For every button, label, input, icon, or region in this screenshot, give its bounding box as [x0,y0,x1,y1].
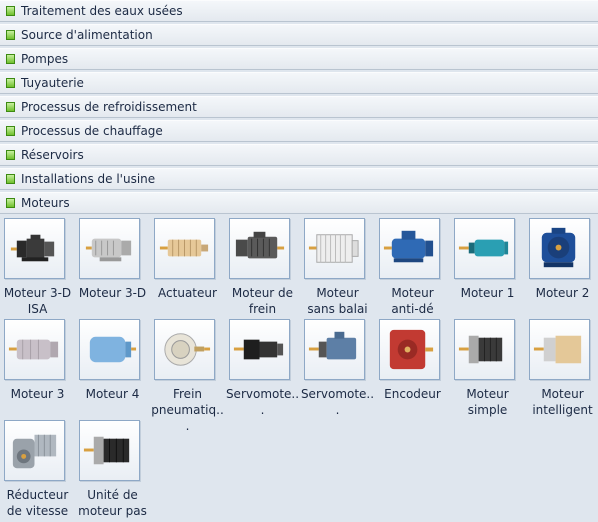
speed-reducer-icon [12,434,57,469]
category-expand-icon [6,126,15,136]
brushless-motor-icon [308,234,359,263]
shape-tile-moteur-3d-isa[interactable] [4,218,65,279]
shape-caption: Encodeur [384,387,441,401]
shape-caption: Moteur simple [466,387,509,417]
shape-caption: Frein pneumatiq... [151,387,224,433]
motor-2-icon [541,227,576,268]
shape-tile-unite-moteur-pas[interactable] [79,420,140,481]
category-label: Processus de refroidissement [21,100,197,114]
category-label: Moteurs [21,196,70,210]
shape-tile-moteur-3[interactable] [4,319,65,380]
shape-caption: Moteur 3-D ISA [3,286,72,316]
stepper-motor-icon [83,436,130,465]
shape-caption: Moteur sans balai [307,286,368,316]
shape-caption: Réducteur de vitesse [6,488,69,518]
category-pompes[interactable]: Pompes [0,48,598,70]
motor-4-icon [89,336,137,363]
motor-3d-icon [85,238,132,262]
category-traitement-eaux[interactable]: Traitement des eaux usées [0,0,598,22]
category-installations-usine[interactable]: Installations de l'usine [0,168,598,190]
category-label: Pompes [21,52,69,66]
shape-caption: Servomote... [300,387,375,417]
shape-tile-reducteur-de-vitesse[interactable] [4,420,65,481]
category-expand-icon [6,150,15,160]
shape-tile-moteur-3d[interactable] [79,218,140,279]
shape-caption: Moteur 2 [535,286,590,300]
category-label: Traitement des eaux usées [21,4,183,18]
category-expand-icon [6,54,15,64]
shape-caption: Moteur de frein [231,286,294,316]
category-expand-icon [6,174,15,184]
shape-tile-moteur-4[interactable] [79,319,140,380]
encoder-icon [389,329,434,370]
category-label: Tuyauterie [21,76,84,90]
brake-motor-icon [235,231,285,259]
servo-motor-2-icon [308,331,357,360]
simple-motor-icon [458,335,503,364]
shape-caption: Unité de moteur pas [78,488,147,518]
shape-tile-moteur-2[interactable] [529,218,590,279]
shape-caption: Moteur intelligent [532,387,593,417]
shape-caption: Servomote... [225,387,300,417]
shape-tile-encodeur[interactable] [379,319,440,380]
category-expand-icon [6,6,15,16]
category-expand-icon [6,78,15,88]
shape-tile-moteur-1[interactable] [454,218,515,279]
category-label: Source d'alimentation [21,28,153,42]
category-expand-icon [6,198,15,208]
category-source-alimentation[interactable]: Source d'alimentation [0,24,598,46]
category-tuyauterie[interactable]: Tuyauterie [0,72,598,94]
category-label: Installations de l'usine [21,172,156,186]
motor-1-icon [458,239,509,257]
shape-tile-moteur-intelligent[interactable] [529,319,590,380]
category-moteurs[interactable]: Moteurs [0,192,598,214]
servo-motor-icon [233,339,284,360]
pneumatic-brake-icon [164,333,211,366]
category-label: Processus de chauffage [21,124,163,138]
shape-tile-actuateur[interactable] [154,218,215,279]
category-expand-icon [6,30,15,40]
shape-caption: Actuateur [158,286,217,300]
actuator-icon [159,239,209,257]
motor-3d-isa-icon [10,234,55,262]
motor-3-icon [8,339,59,360]
shape-tile-servomoteur-1[interactable] [229,319,290,380]
shape-caption: Moteur 3 [10,387,65,401]
category-chauffage[interactable]: Processus de chauffage [0,120,598,142]
shape-caption: Moteur 1 [460,286,515,300]
smart-motor-icon [533,335,582,364]
category-label: Réservoirs [21,148,84,162]
category-refroidissement[interactable]: Processus de refroidissement [0,96,598,118]
shape-tile-moteur-de-frein[interactable] [229,218,290,279]
shape-tile-frein-pneumatique[interactable] [154,319,215,380]
category-reservoirs[interactable]: Réservoirs [0,144,598,166]
shape-caption: Moteur 3-D [78,286,147,300]
shape-tile-moteur-simple[interactable] [454,319,515,380]
explosion-proof-motor-icon [383,230,434,263]
shape-caption: Moteur 4 [85,387,140,401]
shape-tile-moteur-anti-de[interactable] [379,218,440,279]
shape-tile-servomoteur-2[interactable] [304,319,365,380]
shape-tile-moteur-sans-balai[interactable] [304,218,365,279]
shape-caption: Moteur anti-dé [391,286,434,316]
category-expand-icon [6,102,15,112]
